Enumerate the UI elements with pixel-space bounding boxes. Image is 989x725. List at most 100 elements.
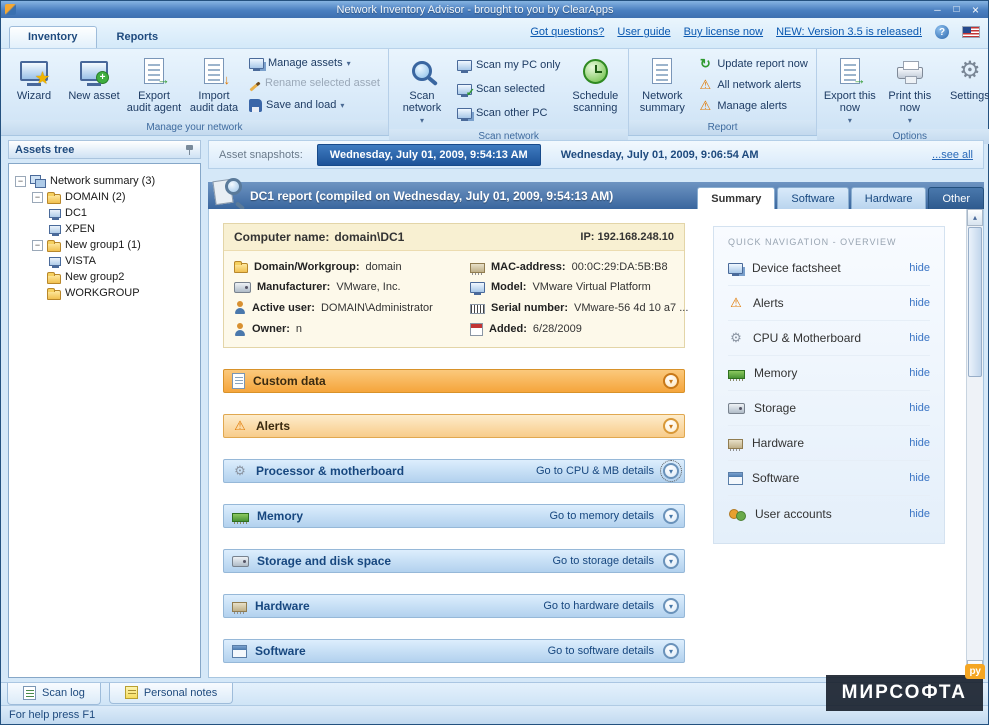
hide-link[interactable]: hide xyxy=(909,367,930,379)
schedule-clock-icon xyxy=(583,59,608,84)
export-now-icon xyxy=(840,58,860,84)
hide-link[interactable]: hide xyxy=(909,332,930,344)
device-icon xyxy=(728,263,743,274)
close-button[interactable] xyxy=(967,3,984,16)
scrollbar-thumb[interactable] xyxy=(968,227,982,377)
new-asset-button[interactable]: New asset xyxy=(65,51,123,118)
hide-link[interactable]: hide xyxy=(909,508,930,520)
section-software[interactable]: Software Go to software details xyxy=(223,639,685,663)
manage-alerts-button[interactable]: Manage alerts xyxy=(697,98,808,114)
rename-asset-button[interactable]: Rename selected asset xyxy=(249,77,380,89)
new-version-link[interactable]: NEW: Version 3.5 is released! xyxy=(776,26,922,38)
report-tab-hardware[interactable]: Hardware xyxy=(851,187,927,209)
export-this-now-button[interactable]: Export this now xyxy=(821,51,879,127)
report-tab-summary[interactable]: Summary xyxy=(697,187,775,209)
user-guide-link[interactable]: User guide xyxy=(617,26,670,38)
manage-assets-button[interactable]: Manage assets xyxy=(249,57,380,69)
hide-link[interactable]: hide xyxy=(909,402,930,414)
report-tab-software[interactable]: Software xyxy=(777,187,848,209)
minimize-button[interactable] xyxy=(929,3,946,16)
print-this-now-button[interactable]: Print this now xyxy=(881,51,939,127)
report-title: DC1 report (compiled on Wednesday, July … xyxy=(250,189,613,203)
section-alerts[interactable]: Alerts xyxy=(223,414,685,438)
scan-my-pc-button[interactable]: Scan my PC only xyxy=(457,59,560,71)
wizard-button[interactable]: Wizard xyxy=(5,51,63,118)
expand-chevron-button[interactable] xyxy=(663,643,679,659)
personal-notes-tab[interactable]: Personal notes xyxy=(109,683,233,704)
import-audit-data-button[interactable]: Import audit data xyxy=(185,51,243,118)
tree-item-workgroup[interactable]: WORKGROUP xyxy=(13,285,196,301)
tree-item-new-group2[interactable]: New group2 xyxy=(13,269,196,285)
dropdown-arrow-icon xyxy=(418,114,426,126)
snapshot-selected-button[interactable]: Wednesday, July 01, 2009, 9:54:13 AM xyxy=(317,144,541,166)
go-to-storage-details-link[interactable]: Go to storage details xyxy=(552,555,654,567)
quick-nav-hardware[interactable]: Hardware hide xyxy=(728,426,930,461)
tab-reports[interactable]: Reports xyxy=(99,27,177,48)
tree-collapse-icon[interactable] xyxy=(32,192,43,203)
tree-collapse-icon[interactable] xyxy=(32,240,43,251)
quick-nav-user-accounts[interactable]: User accounts hide xyxy=(728,496,930,531)
tree-item-xpen[interactable]: XPEN xyxy=(13,221,196,237)
scan-network-button[interactable]: Scan network xyxy=(393,51,451,127)
hide-link[interactable]: hide xyxy=(909,437,930,449)
expand-chevron-button[interactable] xyxy=(663,373,679,389)
export-audit-agent-button[interactable]: Export audit agent xyxy=(125,51,183,118)
quick-nav-memory[interactable]: Memory hide xyxy=(728,356,930,391)
section-storage[interactable]: Storage and disk space Go to storage det… xyxy=(223,549,685,573)
section-hardware[interactable]: Hardware Go to hardware details xyxy=(223,594,685,618)
hide-link[interactable]: hide xyxy=(909,262,930,274)
tree-item-domain[interactable]: DOMAIN (2) xyxy=(13,189,196,205)
pin-icon[interactable] xyxy=(185,144,194,156)
got-questions-link[interactable]: Got questions? xyxy=(530,26,604,38)
tree-item-network-summary[interactable]: Network summary (3) xyxy=(13,173,196,189)
scan-selected-button[interactable]: Scan selected xyxy=(457,83,560,95)
go-to-memory-details-link[interactable]: Go to memory details xyxy=(549,510,654,522)
report-tab-other[interactable]: Other xyxy=(928,187,984,209)
quick-nav-storage[interactable]: Storage hide xyxy=(728,391,930,426)
expand-chevron-button[interactable] xyxy=(663,508,679,524)
hide-link[interactable]: hide xyxy=(909,472,930,484)
quick-nav-cpu[interactable]: CPU & Motherboard hide xyxy=(728,321,930,356)
tree-collapse-icon[interactable] xyxy=(15,176,26,187)
hide-link[interactable]: hide xyxy=(909,297,930,309)
section-processor[interactable]: Processor & motherboard Go to CPU & MB d… xyxy=(223,459,685,483)
section-custom-data[interactable]: Custom data xyxy=(223,369,685,393)
go-to-software-details-link[interactable]: Go to software details xyxy=(548,645,654,657)
go-to-hardware-details-link[interactable]: Go to hardware details xyxy=(543,600,654,612)
quick-nav-device-factsheet[interactable]: Device factsheet hide xyxy=(728,251,930,286)
expand-chevron-button[interactable] xyxy=(663,553,679,569)
quick-nav-alerts[interactable]: Alerts hide xyxy=(728,286,930,321)
scan-log-tab[interactable]: Scan log xyxy=(7,683,101,705)
scroll-up-button[interactable] xyxy=(967,209,983,226)
update-report-button[interactable]: Update report now xyxy=(697,56,808,72)
vertical-scrollbar[interactable] xyxy=(966,209,983,677)
see-all-link[interactable]: ...see all xyxy=(932,149,973,161)
tab-inventory[interactable]: Inventory xyxy=(9,26,97,48)
snapshot-button[interactable]: Wednesday, July 01, 2009, 9:06:54 AM xyxy=(555,149,765,161)
scan-other-pc-button[interactable]: Scan other PC xyxy=(457,107,560,119)
go-to-cpu-details-link[interactable]: Go to CPU & MB details xyxy=(536,465,654,477)
settings-button[interactable]: Settings xyxy=(941,51,989,127)
language-flag-icon[interactable] xyxy=(962,26,980,38)
expand-chevron-button[interactable] xyxy=(663,598,679,614)
tree-item-new-group1[interactable]: New group1 (1) xyxy=(13,237,196,253)
quick-nav-software[interactable]: Software hide xyxy=(728,461,930,496)
expand-chevron-button[interactable] xyxy=(663,418,679,434)
tree-item-dc1[interactable]: DC1 xyxy=(13,205,196,221)
tree-item-vista[interactable]: VISTA xyxy=(13,253,196,269)
buy-license-link[interactable]: Buy license now xyxy=(684,26,764,38)
save-and-load-button[interactable]: Save and load xyxy=(249,98,380,112)
section-memory[interactable]: Memory Go to memory details xyxy=(223,504,685,528)
quick-navigation-panel: QUICK NAVIGATION - OVERVIEW Device facts… xyxy=(713,226,945,544)
expand-chevron-button[interactable] xyxy=(663,463,679,479)
all-network-alerts-button[interactable]: All network alerts xyxy=(697,77,808,93)
ribbon-group-report: Network summary Update report now All ne… xyxy=(629,49,817,135)
report-magnifier-icon xyxy=(210,176,244,210)
maximize-button[interactable] xyxy=(948,3,965,16)
field-owner: Owner:n xyxy=(234,322,466,336)
network-summary-button[interactable]: Network summary xyxy=(633,51,691,118)
schedule-scanning-button[interactable]: Schedule scanning xyxy=(566,51,624,127)
help-icon[interactable] xyxy=(935,25,949,39)
folder-icon xyxy=(47,194,61,204)
user-icon xyxy=(234,301,246,314)
